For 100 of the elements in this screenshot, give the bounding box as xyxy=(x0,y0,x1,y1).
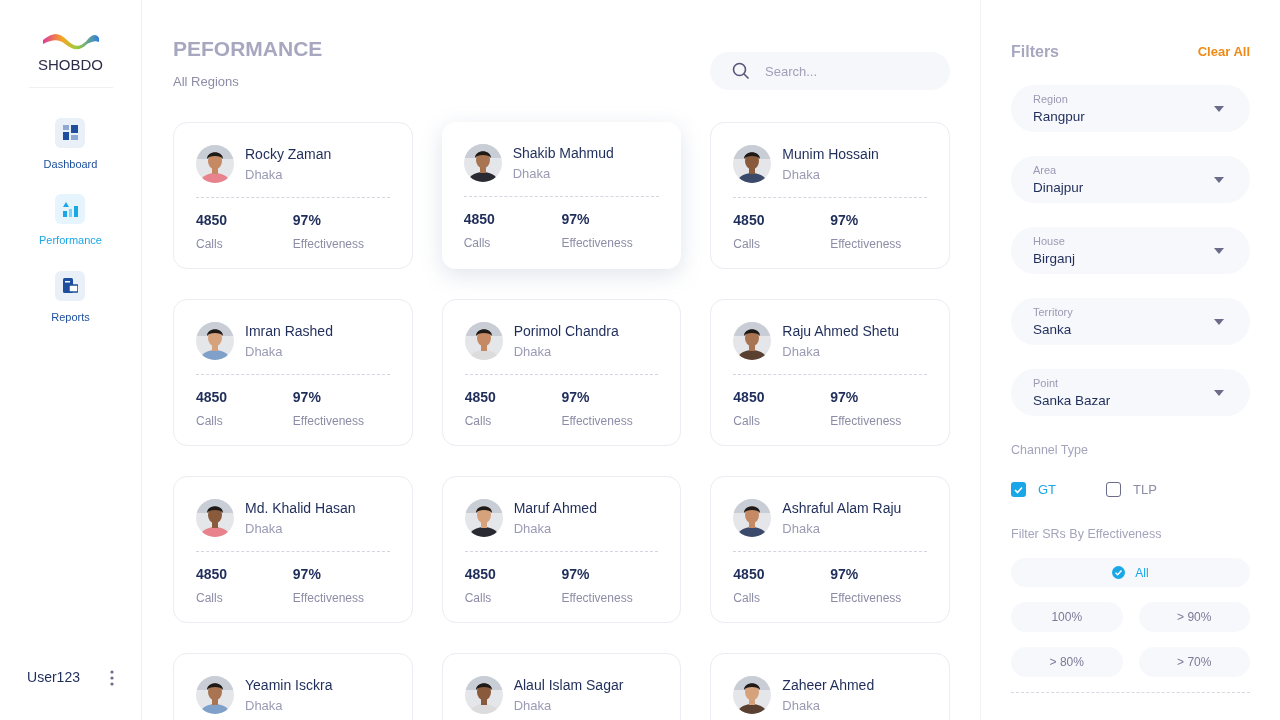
person-name: Zaheer Ahmed xyxy=(782,675,875,694)
person-location: Dhaka xyxy=(782,342,821,361)
dropdown[interactable]: Territory Sanka xyxy=(1011,298,1250,345)
calls-label: Calls xyxy=(196,413,224,430)
person-card[interactable]: Imran Rashed Dhaka 4850 Calls 97% Effectiveness xyxy=(173,298,413,446)
person-location: Dhaka xyxy=(782,696,821,715)
calls-value: 4850 xyxy=(733,211,766,230)
dropdown[interactable]: Region Rangpur xyxy=(1011,85,1250,132)
effectiveness-label: Effectiveness xyxy=(292,236,365,253)
calls-value: 4850 xyxy=(196,565,229,584)
check-icon xyxy=(1014,485,1023,494)
person-name: Maruf Ahmed xyxy=(513,498,597,517)
document-icon xyxy=(63,278,78,293)
person-card[interactable]: Ashraful Alam Raju Dhaka 4850 Calls 97% Effectiveness xyxy=(710,475,950,623)
person-location: Dhaka xyxy=(245,165,284,184)
effectiveness-label: Effectiveness xyxy=(830,413,903,430)
calls-value: 4850 xyxy=(733,565,766,584)
person-name: Raju Ahmed Shetu xyxy=(782,321,900,340)
calls-value: 4850 xyxy=(464,565,497,584)
caret-icon xyxy=(1214,247,1224,254)
calls-value: 4850 xyxy=(733,388,766,407)
person-location: Dhaka xyxy=(512,164,552,183)
calls-label: Calls xyxy=(733,413,761,430)
effectiveness-value: 97% xyxy=(292,211,322,230)
filter-chip[interactable]: > 70% xyxy=(1138,647,1250,677)
caret-icon xyxy=(1214,105,1224,112)
effectiveness-label: Effectiveness xyxy=(561,590,634,607)
nav-item[interactable]: Reports xyxy=(51,270,90,325)
person-card[interactable]: Rocky Zaman Dhaka 4850 Calls 97% Effectiveness xyxy=(173,121,413,269)
person-name: Imran Rashed xyxy=(245,321,333,340)
dashboard-icon xyxy=(63,125,78,140)
person-name: Alaul Islam Sagar xyxy=(513,675,624,694)
person-name: Shakib Mahmud xyxy=(512,143,614,162)
search-icon xyxy=(732,62,750,80)
person-card[interactable]: Zaheer Ahmed Dhaka xyxy=(710,652,950,720)
person-card[interactable]: Raju Ahmed Shetu Dhaka 4850 Calls 97% Effectiveness xyxy=(710,298,950,446)
calls-label: Calls xyxy=(196,590,224,607)
search-field[interactable]: Search... xyxy=(710,52,950,90)
effectiveness-label: Effectiveness xyxy=(561,235,634,252)
calls-label: Calls xyxy=(464,590,493,607)
person-card[interactable]: Maruf Ahmed Dhaka 4850 Calls 97% Effectiveness xyxy=(441,475,682,623)
section-label: Channel Type xyxy=(1011,442,1089,459)
person-name: Yeamin Isckra xyxy=(245,675,333,694)
effectiveness-value: 97% xyxy=(830,388,860,407)
filter-chip[interactable]: > 80% xyxy=(1011,647,1123,677)
filter-chip[interactable]: > 90% xyxy=(1138,602,1250,632)
calls-label: Calls xyxy=(464,413,493,430)
check-icon xyxy=(1112,566,1126,579)
effectiveness-label: Effectiveness xyxy=(292,590,365,607)
person-name: Md. Khalid Hasan xyxy=(245,498,356,517)
nav-item[interactable]: Dashboard xyxy=(43,117,98,172)
calls-label: Calls xyxy=(733,590,761,607)
person-location: Dhaka xyxy=(782,165,821,184)
effectiveness-value: 97% xyxy=(830,211,860,230)
person-location: Dhaka xyxy=(513,696,553,715)
effectiveness-value: 97% xyxy=(292,388,322,407)
person-location: Dhaka xyxy=(513,342,553,361)
dropdown[interactable]: House Birganj xyxy=(1011,227,1250,274)
calls-value: 4850 xyxy=(463,210,496,229)
person-name: Munim Hossain xyxy=(782,144,879,163)
bar-chart-icon xyxy=(63,201,78,217)
effectiveness-value: 97% xyxy=(292,565,322,584)
effectiveness-value: 97% xyxy=(830,565,860,584)
person-location: Dhaka xyxy=(245,342,284,361)
person-card[interactable]: Yeamin Isckra Dhaka xyxy=(173,652,413,720)
filters-title: Filters xyxy=(1011,42,1059,62)
person-location: Dhaka xyxy=(245,519,284,538)
person-name: Rocky Zaman xyxy=(245,144,332,163)
person-card[interactable]: Alaul Islam Sagar Dhaka xyxy=(441,652,682,720)
person-name: Porimol Chandra xyxy=(513,321,619,340)
page-subtitle: All Regions xyxy=(173,73,240,91)
calls-label: Calls xyxy=(196,236,224,253)
caret-icon xyxy=(1214,389,1224,396)
page-title: PEFORMANCE xyxy=(173,36,323,62)
logo-text: SHOBDO xyxy=(38,55,103,75)
dropdown[interactable]: Point Sanka Bazar xyxy=(1011,369,1250,416)
more-icon[interactable] xyxy=(109,669,114,686)
person-location: Dhaka xyxy=(513,519,553,538)
section-label: Filter SRs By Effectiveness xyxy=(1011,526,1163,544)
calls-value: 4850 xyxy=(464,388,497,407)
filter-chip[interactable]: 100% xyxy=(1011,602,1123,632)
calls-label: Calls xyxy=(463,235,492,252)
person-card[interactable]: Shakib Mahmud Dhaka 4850 Calls 97% Effectiveness xyxy=(441,121,682,269)
effectiveness-value: 97% xyxy=(561,565,591,584)
user-name: User123 xyxy=(27,668,80,687)
dropdown[interactable]: Area Dinajpur xyxy=(1011,156,1250,203)
calls-value: 4850 xyxy=(196,211,229,230)
calls-label: Calls xyxy=(733,236,761,253)
person-card[interactable]: Md. Khalid Hasan Dhaka 4850 Calls 97% Effectiveness xyxy=(173,475,413,623)
person-location: Dhaka xyxy=(245,696,284,715)
calls-value: 4850 xyxy=(196,388,229,407)
effectiveness-label: Effectiveness xyxy=(292,413,365,430)
person-name: Ashraful Alam Raju xyxy=(782,498,902,517)
effectiveness-value: 97% xyxy=(561,388,591,407)
person-card[interactable]: Porimol Chandra Dhaka 4850 Calls 97% Effectiveness xyxy=(441,298,682,446)
effectiveness-label: Effectiveness xyxy=(561,413,634,430)
person-card[interactable]: Munim Hossain Dhaka 4850 Calls 97% Effectiveness xyxy=(710,121,950,269)
caret-icon xyxy=(1214,318,1224,325)
person-location: Dhaka xyxy=(782,519,821,538)
caret-icon xyxy=(1214,176,1224,183)
